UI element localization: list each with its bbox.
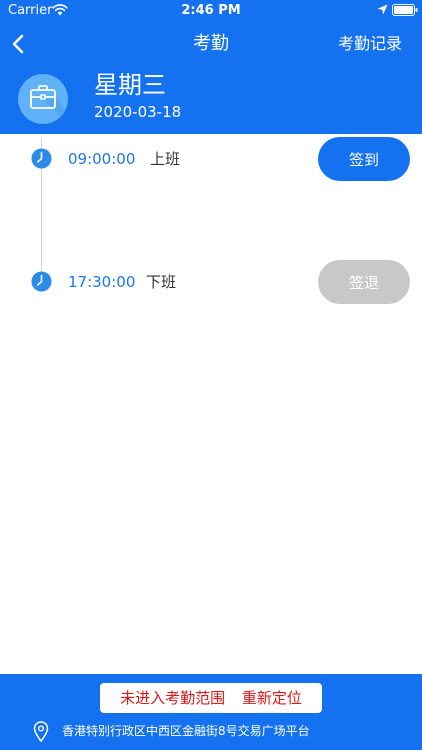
location-arrow-icon	[377, 4, 388, 15]
status-bar: Carrier 2:46 PM	[0, 0, 422, 22]
attendance-records-link[interactable]: 考勤记录	[338, 32, 402, 56]
address-text: 香港特别行政区中西区金融街8号交易广场平台	[62, 724, 310, 738]
check-in-label: 上班	[150, 150, 181, 168]
briefcase-icon	[30, 85, 68, 124]
status-time: 2:46 PM	[181, 3, 241, 18]
top-header: Carrier 2:46 PM 考勤 考勤记录 星期三 2020-03-18	[0, 0, 422, 134]
check-out-label: 下班	[146, 273, 177, 291]
range-notice: 未进入考勤范围 重新定位	[100, 683, 322, 713]
check-in-time: 09:00:00	[68, 150, 136, 168]
weekday-label: 星期三	[94, 71, 166, 99]
check-out-time: 17:30:00	[68, 273, 136, 291]
date-label: 2020-03-18	[94, 103, 182, 121]
battery-icon	[392, 4, 418, 16]
location-footer: 未进入考勤范围 重新定位 香港特别行政区中西区金融街8号交易广场平台	[0, 674, 422, 750]
day-header: 星期三 2020-03-18	[0, 68, 422, 130]
clock-icon	[31, 148, 52, 169]
out-of-range-text: 未进入考勤范围	[120, 689, 226, 707]
relocate-button[interactable]: 重新定位	[242, 689, 302, 707]
check-in-button[interactable]: 签到	[318, 137, 410, 181]
avatar	[18, 74, 68, 124]
clock-icon	[31, 271, 52, 292]
check-out-entry: 17:30:00 下班 签退	[0, 259, 422, 305]
check-out-button[interactable]: 签退	[318, 260, 410, 304]
nav-bar: 考勤 考勤记录	[0, 24, 422, 64]
location-pin-icon	[33, 721, 49, 743]
check-in-entry: 09:00:00 上班 签到	[0, 136, 422, 182]
